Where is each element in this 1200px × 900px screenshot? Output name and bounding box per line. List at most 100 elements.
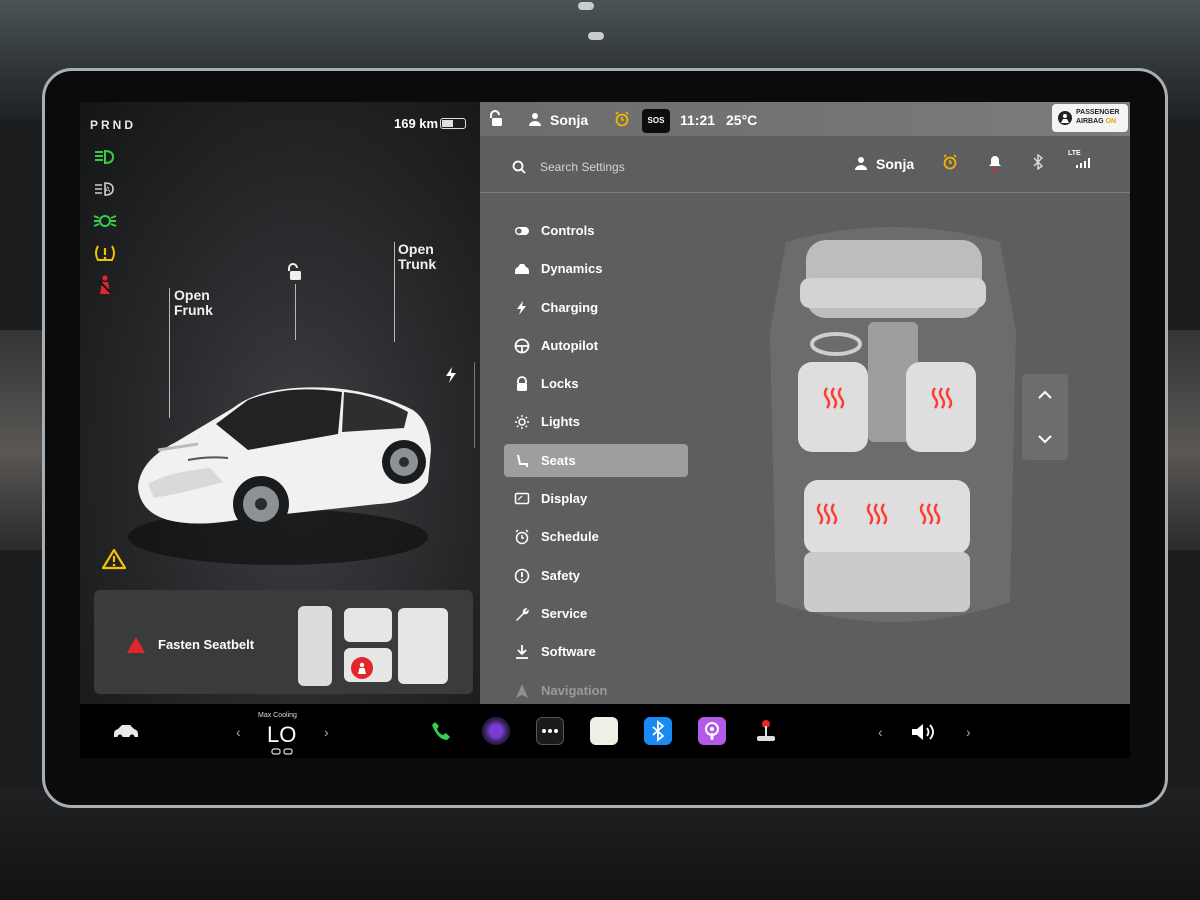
seat-map-mini: [298, 606, 448, 686]
menu-item-label: Navigation: [541, 682, 608, 698]
seatbelt-warning-icon: [92, 274, 118, 296]
headlights-icon: [92, 146, 118, 168]
open-trunk-button[interactable]: Open Trunk: [398, 242, 436, 272]
bluetooth-icon[interactable]: [1032, 154, 1044, 170]
unlock-button[interactable]: [285, 262, 303, 287]
menu-item-seats[interactable]: Seats: [504, 443, 688, 477]
airbag-status-value: ON: [1105, 118, 1117, 125]
menu-item-label: Locks: [541, 376, 579, 392]
charge-port-button[interactable]: [444, 366, 458, 389]
lock-icon: [517, 376, 527, 392]
menu-item-controls[interactable]: Controls: [504, 214, 688, 247]
menu-item-label: Dynamics: [541, 261, 603, 277]
notes-icon[interactable]: [590, 717, 618, 745]
menu-item-dynamics[interactable]: Dynamics: [504, 252, 688, 285]
menu-item-safety[interactable]: Safety: [504, 559, 688, 592]
menu-item-charging[interactable]: Charging: [504, 291, 688, 324]
passenger-airbag-indicator: PASSENGER AIRBAG ON: [1052, 104, 1128, 132]
open-frunk-button[interactable]: Open Frunk: [174, 288, 213, 318]
more-icon[interactable]: [536, 717, 564, 745]
toggle-icon: [515, 227, 529, 235]
bluetooth-icon[interactable]: [644, 717, 672, 745]
menu-item-label: Service: [541, 605, 588, 621]
volume-icon[interactable]: [910, 722, 938, 742]
alarm-icon: [615, 111, 629, 127]
seatbelt-alert-card: Fasten Seatbelt: [94, 590, 473, 694]
navigation-icon: [516, 683, 528, 698]
airbag-status-prefix: AIRBAG: [1076, 118, 1106, 125]
car-model-3d[interactable]: [128, 332, 438, 572]
menu-item-label: Display: [541, 491, 588, 507]
bolt-icon: [446, 367, 456, 383]
touchscreen: PRND 169 km A Open Frunk Open Trunk Fast…: [80, 102, 1130, 758]
temp-down-button[interactable]: ‹: [236, 724, 241, 740]
cabin-seat-view: [770, 227, 1016, 622]
passenger-seat-heater-button[interactable]: [906, 362, 976, 452]
menu-item-label: Autopilot: [541, 337, 599, 353]
menu-item-autopilot[interactable]: Autopilot: [504, 329, 688, 362]
car-status-pane: PRND 169 km A Open Frunk Open Trunk Fast…: [80, 102, 480, 704]
rear-left-seat-heater-button[interactable]: [804, 480, 859, 554]
trunk-callout-line: [394, 242, 395, 342]
frunk-label-line1: Open: [174, 287, 210, 303]
camera-icon[interactable]: [482, 717, 510, 745]
rear-center-seat-heater-button[interactable]: [859, 480, 914, 554]
search-settings-input[interactable]: Search Settings: [540, 160, 625, 174]
parking-lights-icon: [92, 210, 118, 232]
menu-item-software[interactable]: Software: [504, 635, 688, 668]
scroll-indicator: [474, 362, 475, 448]
steering-wheel-icon: [514, 338, 530, 354]
menu-item-label: Safety: [541, 567, 581, 583]
svg-text:A: A: [105, 186, 111, 195]
volume-down-button[interactable]: ‹: [878, 724, 883, 740]
wrench-icon: [516, 608, 529, 621]
unlock-icon: [288, 263, 301, 280]
podcast-icon[interactable]: [698, 717, 726, 745]
user-icon: [529, 113, 541, 126]
seatbelt-alert-text: Fasten Seatbelt: [158, 637, 255, 652]
tire-pressure-icon: [92, 242, 118, 264]
menu-item-schedule[interactable]: Schedule: [504, 520, 688, 553]
menu-item-locks[interactable]: Locks: [504, 367, 688, 400]
driver-profile-button[interactable]: Sonja: [876, 156, 914, 172]
settings-pane: Sonja SOS 11:21 25°C PASSENGER AIRBAG ON…: [480, 102, 1130, 704]
settings-menu: Controls Dynamics Charging Autopilot Locks Li…: [504, 214, 688, 712]
menu-item-navigation[interactable]: Navigation: [504, 674, 688, 707]
seat-scroll-control: [1022, 374, 1068, 460]
notification-bell-icon[interactable]: [988, 154, 1002, 172]
user-icon: [855, 157, 867, 170]
volume-up-button[interactable]: ›: [966, 724, 971, 740]
trunk-label-line2: Trunk: [398, 256, 437, 272]
menu-item-lights[interactable]: Lights: [504, 405, 688, 438]
car-icon[interactable]: [112, 722, 140, 740]
cabin-temperature[interactable]: LO: [267, 722, 296, 748]
sun-icon: [515, 415, 529, 430]
unlock-status-icon[interactable]: [488, 110, 504, 128]
sos-button[interactable]: SOS: [642, 109, 670, 133]
auto-headlights-icon: A: [92, 178, 118, 200]
warning-triangle-icon[interactable]: [101, 548, 127, 575]
phone-icon[interactable]: [430, 720, 452, 742]
chevron-up-icon[interactable]: [1037, 390, 1053, 400]
alarm-icon[interactable]: [942, 154, 958, 170]
menu-item-label: Controls: [541, 223, 595, 238]
range-readout: 169 km: [394, 116, 439, 131]
rear-right-seat-heater-button[interactable]: [914, 480, 970, 554]
seat-heat-icon: [271, 748, 293, 755]
signal-icon: [1076, 158, 1090, 168]
gear-indicator: PRND: [90, 118, 137, 132]
toybox-icon[interactable]: [754, 718, 778, 744]
lte-label: LTE: [1068, 150, 1081, 157]
temp-up-button[interactable]: ›: [324, 724, 329, 740]
menu-item-label: Lights: [541, 414, 580, 430]
menu-item-label: Charging: [541, 299, 599, 315]
driver-seat-heater-button[interactable]: [798, 362, 868, 452]
profile-name[interactable]: Sonja: [550, 112, 588, 128]
download-icon: [516, 645, 528, 660]
settings-header: Search Settings Sonja LTE: [480, 136, 1130, 193]
menu-item-service[interactable]: Service: [504, 597, 688, 630]
chevron-down-icon[interactable]: [1037, 434, 1053, 444]
menu-item-display[interactable]: Display: [504, 482, 688, 515]
bottom-dock: ‹ Max Cooling LO › ‹ ›: [80, 704, 1130, 758]
menu-item-label: Seats: [541, 452, 576, 468]
